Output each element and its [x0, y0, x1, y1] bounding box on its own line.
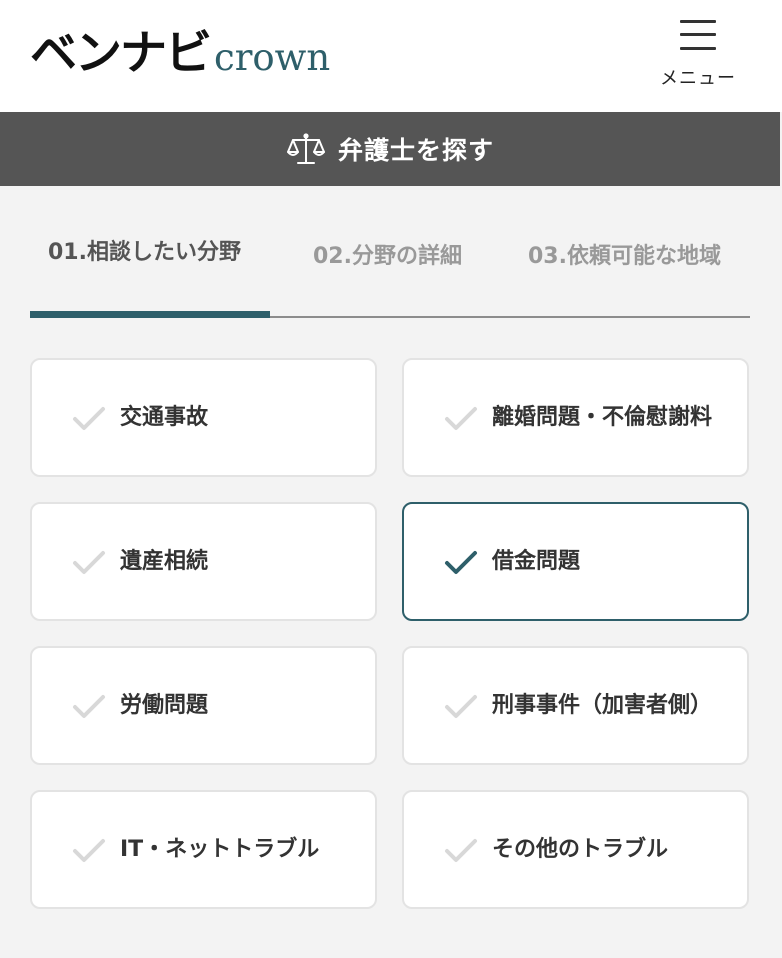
check-icon	[445, 407, 477, 430]
check-icon	[445, 551, 477, 574]
category-card-labor[interactable]: 労働問題	[30, 646, 377, 765]
category-card-traffic-accident[interactable]: 交通事故	[30, 358, 377, 477]
tab-step-3[interactable]: 03.依頼可能な地域	[528, 238, 721, 270]
category-label: 遺産相続	[120, 548, 209, 574]
category-label: 借金問題	[492, 548, 581, 574]
category-card-it-net[interactable]: IT・ネットトラブル	[30, 790, 377, 909]
category-label: その他のトラブル	[492, 836, 669, 862]
category-card-divorce[interactable]: 離婚問題・不倫慰謝料	[402, 358, 749, 477]
check-icon	[73, 551, 105, 574]
category-card-debt[interactable]: 借金問題	[402, 502, 749, 621]
check-icon	[73, 695, 105, 718]
site-header: ベンナビ crown メニュー	[0, 0, 782, 112]
logo-sub-text: crown	[214, 36, 331, 79]
menu-button[interactable]: メニュー	[652, 16, 744, 90]
logo[interactable]: ベンナビ crown	[30, 30, 330, 78]
category-label: 労働問題	[120, 692, 209, 718]
tab-active-indicator	[30, 311, 270, 318]
find-lawyer-bar[interactable]: 弁護士を探す	[0, 112, 780, 186]
check-icon	[73, 839, 105, 862]
check-icon	[73, 407, 105, 430]
logo-main-text: ベンナビ	[30, 26, 212, 81]
category-card-other[interactable]: その他のトラブル	[402, 790, 749, 909]
category-label: 離婚問題・不倫慰謝料	[492, 404, 713, 430]
find-lawyer-title: 弁護士を探す	[337, 136, 494, 165]
check-icon	[445, 839, 477, 862]
scale-icon	[286, 133, 325, 164]
category-label: IT・ネットトラブル	[120, 836, 320, 862]
category-card-criminal[interactable]: 刑事事件（加害者側）	[402, 646, 749, 765]
category-label: 刑事事件（加害者側）	[492, 692, 713, 718]
check-icon	[445, 695, 477, 718]
tab-step-1[interactable]: 01.相談したい分野	[48, 234, 241, 266]
category-card-inheritance[interactable]: 遺産相続	[30, 502, 377, 621]
hamburger-icon	[680, 20, 716, 50]
category-label: 交通事故	[120, 404, 209, 430]
menu-label: メニュー	[660, 68, 736, 89]
tab-step-2[interactable]: 02.分野の詳細	[313, 238, 462, 270]
step-tabs: 01.相談したい分野 02.分野の詳細 03.依頼可能な地域	[30, 222, 750, 318]
